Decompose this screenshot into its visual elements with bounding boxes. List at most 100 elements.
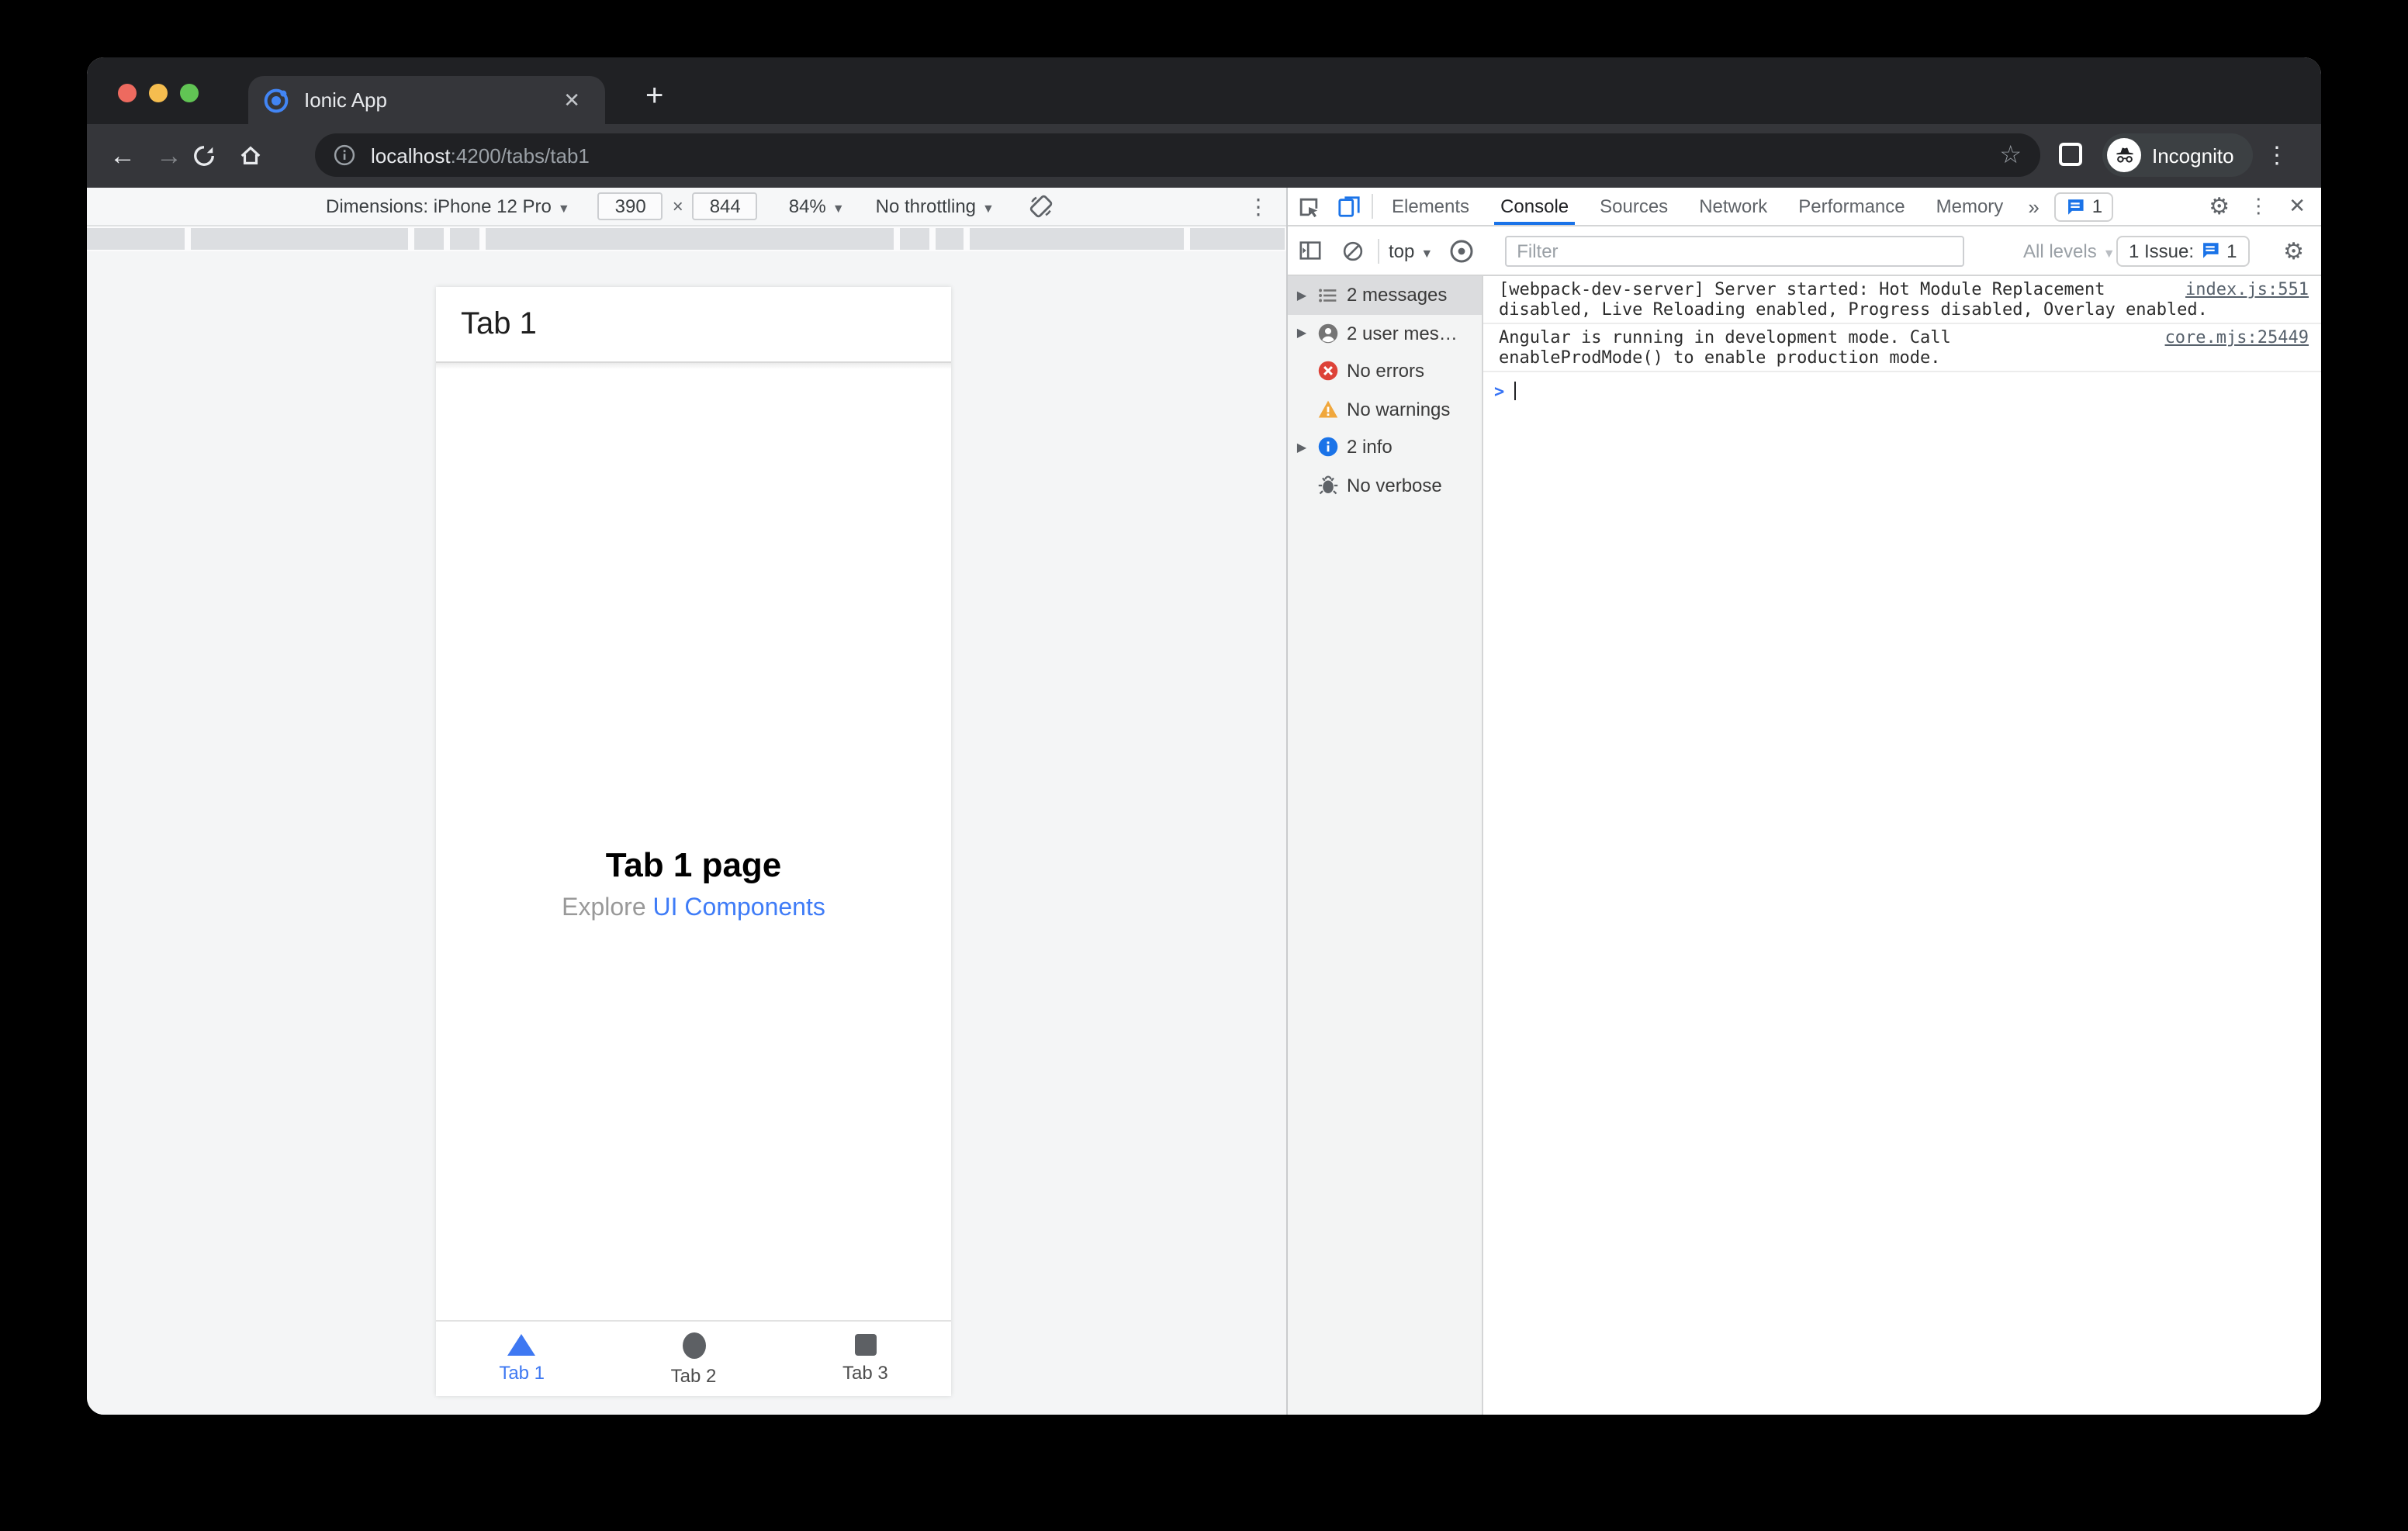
forward-icon[interactable]: →	[146, 140, 192, 171]
more-tabs-icon[interactable]: »	[2019, 195, 2048, 218]
device-height-input[interactable]	[692, 192, 758, 220]
devtools-close-icon[interactable]: ✕	[2279, 194, 2315, 219]
chevron-down-icon: ▼	[2102, 246, 2116, 260]
message-source-link[interactable]: index.js:551	[2185, 279, 2309, 299]
user-icon	[1316, 322, 1339, 345]
address-bar[interactable]: localhost:4200/tabs/tab1 ☆	[315, 133, 2040, 177]
sidebar-item-verbose[interactable]: No verbose	[1288, 466, 1482, 504]
close-window-button[interactable]	[118, 84, 137, 102]
dimensions-separator: ×	[672, 195, 683, 217]
home-icon[interactable]	[239, 144, 285, 168]
sidebar-item-info[interactable]: ▶ 2 info	[1288, 428, 1482, 466]
disclosure-triangle-icon[interactable]: ▶	[1296, 289, 1308, 302]
sidebar-item-messages[interactable]: ▶ 2 messages	[1288, 276, 1482, 314]
device-width-input[interactable]	[597, 192, 663, 220]
browser-tab[interactable]: Ionic App ✕	[248, 76, 605, 124]
chevron-down-icon: ▼	[982, 202, 995, 216]
bookmark-star-icon[interactable]: ☆	[1999, 140, 2022, 171]
rotate-device-icon[interactable]	[1029, 194, 1054, 219]
disclosure-triangle-icon[interactable]: ▶	[1296, 441, 1308, 454]
prompt-chevron-icon: >	[1494, 382, 1505, 402]
app-tab-2[interactable]: Tab 2	[607, 1322, 779, 1396]
tab-performance[interactable]: Performance	[1783, 188, 1920, 225]
zoom-dropdown[interactable]: 84% ▼	[789, 195, 845, 217]
triangle-icon	[507, 1334, 536, 1356]
throttling-dropdown[interactable]: No throttling ▼	[876, 195, 995, 217]
back-icon[interactable]: ←	[99, 140, 146, 171]
device-toolbar: Dimensions: iPhone 12 Pro▼ × 84%▼ No thr…	[87, 188, 1286, 226]
info-icon	[1316, 436, 1339, 459]
tab-elements[interactable]: Elements	[1376, 188, 1485, 225]
message-source-link[interactable]: core.mjs:25449	[2165, 327, 2309, 347]
device-viewport: Tab 1 Tab 1 page Explore UI Components T…	[436, 287, 951, 1396]
tab-close-icon[interactable]: ✕	[554, 85, 590, 116]
tab-memory[interactable]: Memory	[1921, 188, 2019, 225]
minimize-window-button[interactable]	[149, 84, 168, 102]
browser-menu-icon[interactable]: ⋮	[2265, 141, 2289, 169]
list-icon	[1316, 284, 1339, 307]
incognito-icon	[2107, 138, 2141, 172]
warning-icon	[1316, 398, 1339, 421]
verbose-bug-icon	[1316, 474, 1339, 497]
console-sidebar: ▶ 2 messages ▶ 2 user mes… No errors No …	[1288, 276, 1483, 1415]
app-tab-1[interactable]: Tab 1	[436, 1322, 607, 1396]
device-ruler	[87, 226, 1286, 251]
reload-icon[interactable]	[192, 144, 239, 168]
issues-counter-button[interactable]: 1	[2054, 192, 2114, 221]
new-tab-button[interactable]: +	[633, 79, 676, 115]
url-path: :4200/tabs/tab1	[450, 143, 590, 167]
devtools-settings-icon[interactable]: ⚙	[2201, 192, 2237, 220]
device-preset-dropdown[interactable]: Dimensions: iPhone 12 Pro ▼	[326, 195, 570, 217]
console-sidebar-toggle-icon[interactable]	[1288, 239, 1331, 262]
issue-bubble-icon	[2202, 243, 2219, 258]
browser-toolbar: ← → localhost:4200/tabs/tab1 ☆ Incognit…	[87, 124, 2321, 188]
tab-sources[interactable]: Sources	[1584, 188, 1683, 225]
ui-components-link[interactable]: UI Components	[653, 895, 825, 921]
console-message: core.mjs:25449 Angular is running in dev…	[1483, 324, 2321, 372]
window-controls	[118, 84, 199, 102]
inspect-element-icon[interactable]	[1288, 195, 1328, 218]
page-subtitle: Explore UI Components	[562, 895, 825, 921]
live-expression-eye-icon[interactable]	[1439, 238, 1483, 263]
issues-button[interactable]: 1 Issue: 1	[2116, 235, 2250, 266]
app-header-title: Tab 1	[461, 307, 537, 341]
site-info-icon[interactable]	[334, 144, 355, 166]
console-prompt[interactable]: >	[1483, 372, 2321, 402]
tab-console[interactable]: Console	[1485, 188, 1584, 225]
tab-network[interactable]: Network	[1683, 188, 1783, 225]
sidebar-item-user-messages[interactable]: ▶ 2 user mes…	[1288, 314, 1482, 352]
app-content: Tab 1 page Explore UI Components	[436, 361, 951, 1320]
toggle-device-toolbar-icon[interactable]	[1328, 195, 1368, 218]
app-tab-3[interactable]: Tab 3	[780, 1322, 951, 1396]
disclosure-triangle-icon[interactable]: ▶	[1296, 327, 1308, 340]
device-emulation-pane: Dimensions: iPhone 12 Pro▼ × 84%▼ No thr…	[87, 188, 1288, 1415]
chevron-down-icon: ▼	[557, 202, 570, 216]
devtools-tab-bar: Elements Console Sources Network Perform…	[1288, 188, 2321, 226]
incognito-label: Incognito	[2152, 143, 2234, 167]
side-panel-icon[interactable]	[2059, 143, 2082, 166]
clear-console-icon[interactable]	[1331, 240, 1375, 261]
app-tab-bar: Tab 1 Tab 2 Tab 3	[436, 1320, 951, 1396]
error-icon	[1316, 360, 1339, 383]
sidebar-item-warnings[interactable]: No warnings	[1288, 390, 1482, 428]
devtools-panel: Elements Console Sources Network Perform…	[1288, 188, 2321, 1415]
devtools-menu-icon[interactable]: ⋮	[2240, 194, 2276, 219]
console-messages[interactable]: index.js:551 [webpack-dev-server] Server…	[1483, 276, 2321, 1415]
url-host: localhost	[371, 143, 451, 167]
fullscreen-window-button[interactable]	[180, 84, 199, 102]
log-levels-dropdown[interactable]: All levels ▼	[2023, 240, 2116, 261]
console-filter-input[interactable]	[1504, 235, 1964, 266]
incognito-badge: Incognito	[2102, 133, 2253, 177]
chevron-down-icon: ▼	[1420, 246, 1434, 260]
device-toolbar-menu-icon[interactable]: ⋮	[1247, 194, 1269, 220]
circle-icon	[682, 1332, 705, 1358]
browser-window: Ionic App ✕ + ← → localhost:4200/tabs/ta…	[87, 57, 2321, 1415]
chevron-down-icon: ▼	[832, 202, 845, 216]
console-settings-icon[interactable]: ⚙	[2275, 237, 2312, 264]
execution-context-dropdown[interactable]: top ▼	[1389, 240, 1433, 261]
app-header: Tab 1	[436, 287, 951, 369]
page-heading: Tab 1 page	[605, 845, 782, 884]
sidebar-item-errors[interactable]: No errors	[1288, 352, 1482, 390]
text-cursor	[1514, 382, 1516, 400]
tab-title: Ionic App	[304, 88, 387, 112]
